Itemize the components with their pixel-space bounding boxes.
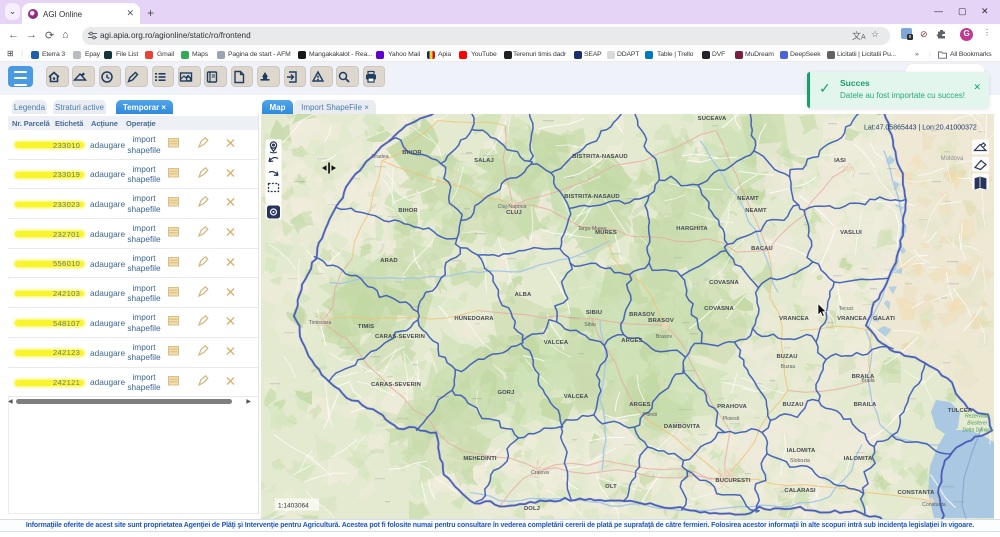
svg-text:IASI: IASI: [834, 158, 846, 164]
svg-text:Moldova: Moldova: [941, 156, 964, 162]
svg-text:SUCEAVA: SUCEAVA: [698, 116, 727, 122]
svg-text:COVASNA: COVASNA: [704, 306, 734, 312]
svg-text:BUZAU: BUZAU: [782, 402, 803, 408]
svg-text:Ploiesti: Ploiesti: [723, 416, 740, 422]
svg-text:HUNEDOARA: HUNEDOARA: [454, 316, 494, 322]
svg-text:NEAMT: NEAMT: [745, 208, 767, 214]
svg-text:Biosferei: Biosferei: [967, 420, 987, 426]
svg-text:Braila: Braila: [861, 378, 874, 384]
svg-text:Oradea: Oradea: [371, 154, 388, 160]
svg-text:BUZAU: BUZAU: [776, 354, 797, 360]
svg-text:SIBIU: SIBIU: [586, 310, 602, 316]
svg-text:DAMBOVITA: DAMBOVITA: [664, 424, 701, 430]
svg-text:VALCEA: VALCEA: [564, 394, 589, 400]
svg-text:PRAHOVA: PRAHOVA: [717, 404, 747, 410]
svg-text:IALOMITA: IALOMITA: [787, 448, 816, 454]
svg-text:NEAMT: NEAMT: [737, 196, 759, 202]
svg-text:VASLUI: VASLUI: [840, 230, 862, 236]
svg-text:Sibiu: Sibiu: [584, 322, 596, 328]
svg-text:CLUJ: CLUJ: [506, 210, 522, 216]
svg-text:Pitesti: Pitesti: [643, 412, 657, 418]
svg-text:BIHOR: BIHOR: [402, 150, 422, 156]
svg-text:Timisoara: Timisoara: [309, 320, 332, 326]
svg-text:MEHEDINTI: MEHEDINTI: [463, 456, 497, 462]
svg-text:GALATI: GALATI: [873, 316, 895, 322]
svg-text:SALAJ: SALAJ: [474, 158, 494, 164]
svg-text:Tecuci: Tecuci: [839, 306, 854, 312]
svg-text:BISTRITA-NASAUD: BISTRITA-NASAUD: [572, 154, 627, 160]
svg-text:COVASNA: COVASNA: [709, 280, 739, 286]
svg-text:1:1403064: 1:1403064: [278, 502, 309, 509]
svg-text:VALCEA: VALCEA: [544, 340, 569, 346]
svg-text:BRAILA: BRAILA: [854, 402, 877, 408]
svg-text:Buzau: Buzau: [781, 364, 796, 370]
svg-text:BUCURESTI: BUCURESTI: [715, 478, 751, 484]
svg-text:CARAS-SEVERIN: CARAS-SEVERIN: [375, 334, 425, 340]
svg-text:BRASOV: BRASOV: [648, 318, 674, 324]
svg-text:ARAD: ARAD: [380, 258, 397, 264]
svg-text:IALOMITA: IALOMITA: [844, 456, 873, 462]
svg-text:VRANCEA: VRANCEA: [779, 316, 809, 322]
svg-text:CONSTANTA: CONSTANTA: [897, 490, 935, 496]
svg-text:CALARASI: CALARASI: [784, 488, 815, 494]
svg-text:Craiova: Craiova: [531, 470, 549, 476]
svg-text:BISTRITA-NASAUD: BISTRITA-NASAUD: [564, 194, 619, 200]
svg-text:Constanta: Constanta: [922, 502, 946, 508]
svg-text:TIMIS: TIMIS: [358, 324, 374, 330]
svg-text:BIHOR: BIHOR: [398, 208, 418, 214]
svg-text:HARGHITA: HARGHITA: [676, 226, 708, 232]
svg-text:Brasov: Brasov: [656, 334, 673, 340]
svg-text:Targu Mures: Targu Mures: [578, 226, 607, 232]
svg-text:DOLJ: DOLJ: [524, 506, 540, 512]
svg-text:Lat:47.05865443 | Lon:20.41000: Lat:47.05865443 | Lon:20.41000372: [864, 124, 977, 131]
svg-text:ALBA: ALBA: [515, 292, 532, 298]
svg-text:BACAU: BACAU: [751, 246, 773, 252]
svg-text:ARGES: ARGES: [629, 402, 650, 408]
svg-text:ARGES: ARGES: [621, 338, 642, 344]
svg-text:Rezervatia: Rezervatia: [965, 413, 989, 419]
svg-text:Slobozia: Slobozia: [790, 458, 810, 464]
svg-text:VRANCEA: VRANCEA: [837, 316, 867, 322]
svg-text:Delta Dunarii: Delta Dunarii: [963, 427, 993, 433]
svg-text:GORJ: GORJ: [497, 390, 514, 396]
svg-text:CARAS-SEVERIN: CARAS-SEVERIN: [371, 382, 421, 388]
svg-text:OLT: OLT: [605, 484, 617, 490]
svg-text:Cluj-Napoca: Cluj-Napoca: [498, 204, 527, 210]
